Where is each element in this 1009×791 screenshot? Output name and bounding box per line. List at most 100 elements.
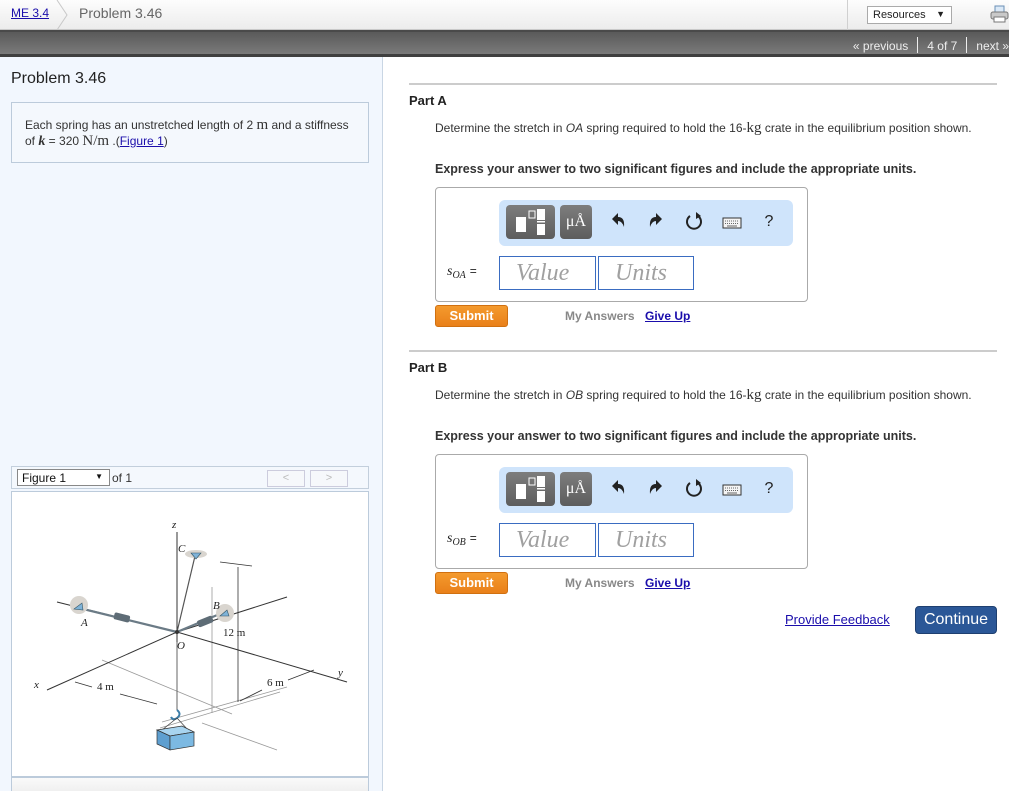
question-text: spring required to hold the 16- [583,388,747,402]
dim-4-line-a [74,681,93,688]
breadcrumb-course-link[interactable]: ME 3.4 [11,6,49,20]
floor-line [161,686,288,723]
part-a-units-input[interactable]: Units [598,256,694,290]
part-a-value-input[interactable]: Value [499,256,596,290]
floor-line [201,722,278,751]
redo-icon[interactable] [645,477,667,501]
part-a-divider [409,83,997,85]
dim-6-line-a [239,689,263,702]
question-text: crate in the equilibrium position shown. [761,388,972,402]
part-b-units-input[interactable]: Units [598,523,694,557]
floor-line [101,659,233,715]
continue-button[interactable]: Continue [915,606,997,634]
problem-pane: Problem 3.46 Each spring has an unstretc… [0,57,383,791]
variable-subscript: OB [452,537,466,548]
part-a-question: Determine the stretch in OA spring requi… [435,120,990,136]
part-a-answer-box: μÅ ? sOA = Value Units [435,187,808,302]
resources-label: Resources [873,9,926,21]
question-text: Determine the stretch in [435,388,566,402]
dropdown-caret-icon: ▼ [936,9,945,19]
provide-feedback-link[interactable]: Provide Feedback [785,612,890,627]
reset-icon[interactable] [683,477,705,501]
units-button[interactable]: μÅ [560,205,592,239]
statement-text: Each spring has an unstretched length of… [25,118,257,132]
figure-toolbar: Figure 1 ▼ of 1 < > [11,466,369,489]
label-b: B [213,600,220,612]
keyboard-icon[interactable] [721,477,743,501]
statement-text: ) [163,134,168,148]
figure-footer [11,777,369,791]
dropdown-caret-icon: ▼ [95,472,103,481]
figure-1-link[interactable]: Figure 1 [120,134,164,148]
problem-statement: Each spring has an unstretched length of… [11,102,369,163]
part-a-variable-label: sOA = [447,264,477,281]
problem-position: 4 of 7 [927,39,958,53]
figure-prev-button[interactable]: < [267,470,305,487]
part-a-submit-button[interactable]: Submit [435,305,508,327]
help-button[interactable]: ? [758,210,780,234]
spring-system-diagram: z C B A O x y 12 m 4 m 6 m [33,519,348,751]
figure-select[interactable]: Figure 1 ▼ [17,469,110,486]
help-button[interactable]: ? [758,477,780,501]
label-dim-12: 12 m [223,627,246,639]
spring-oa [113,612,131,623]
figure-next-button[interactable]: > [310,470,348,487]
units-button[interactable]: μÅ [560,472,592,506]
spring-name: OB [565,388,584,402]
part-b-variable-label: sOB = [447,531,477,548]
unit-kg: kg [746,387,762,403]
spring-ob [197,615,214,628]
dim-6-line-b [287,669,315,681]
statement-text: .( [109,134,120,148]
crate [155,717,196,751]
unit-n-per-m: N/m [82,133,110,149]
part-b-submit-button[interactable]: Submit [435,572,508,594]
math-toolbar: μÅ ? [499,200,793,246]
origin-point [175,630,179,634]
question-text: spring required to hold the 16- [583,121,747,135]
y-axis [176,631,348,683]
label-a: A [80,617,88,629]
part-a-instruction: Express your answer to two significant f… [435,162,917,176]
templates-button[interactable] [506,472,555,506]
part-b-divider [409,350,997,352]
part-a-my-answers: My Answers [565,309,635,323]
nav-divider [917,37,919,53]
part-b-question: Determine the stretch in OB spring requi… [435,387,990,403]
undo-icon[interactable] [607,477,629,501]
problem-title: Problem 3.46 [11,70,107,87]
keyboard-icon[interactable] [721,210,743,234]
undo-icon[interactable] [607,210,629,234]
part-b-value-input[interactable]: Value [499,523,596,557]
dim-12-ext-top [219,561,253,567]
label-c: C [178,543,186,555]
part-b-title: Part B [409,360,448,375]
cable-oc [176,555,196,633]
figure-image: z C B A O x y 12 m 4 m 6 m [11,491,369,777]
previous-link[interactable]: « previous [853,39,908,53]
part-a-title: Part A [409,93,447,108]
part-b-my-answers: My Answers [565,576,635,590]
next-link[interactable]: next » [976,39,1009,53]
question-text: Determine the stretch in [435,121,566,135]
part-b-answer-box: μÅ ? sOB = Value Units [435,454,808,569]
part-a-give-up-link[interactable]: Give Up [645,309,690,323]
templates-icon [516,209,545,235]
topbar-divider [847,0,848,30]
redo-icon[interactable] [645,210,667,234]
figure-count: of 1 [112,471,133,485]
label-dim-4: 4 m [97,681,114,693]
breadcrumb-current: Problem 3.46 [79,5,163,21]
reset-icon[interactable] [683,210,705,234]
question-text: crate in the equilibrium position shown. [761,121,972,135]
math-toolbar: μÅ ? [499,467,793,513]
label-y: y [337,667,343,679]
part-b-give-up-link[interactable]: Give Up [645,576,690,590]
problem-nav-bar: « previous 4 of 7 next » [0,30,1009,57]
templates-button[interactable] [506,205,555,239]
resources-dropdown[interactable]: Resources ▼ [867,6,952,24]
label-o: O [177,640,185,652]
printer-icon[interactable] [990,5,1009,23]
dim-4-line-b [119,693,158,705]
label-dim-6: 6 m [267,677,284,689]
